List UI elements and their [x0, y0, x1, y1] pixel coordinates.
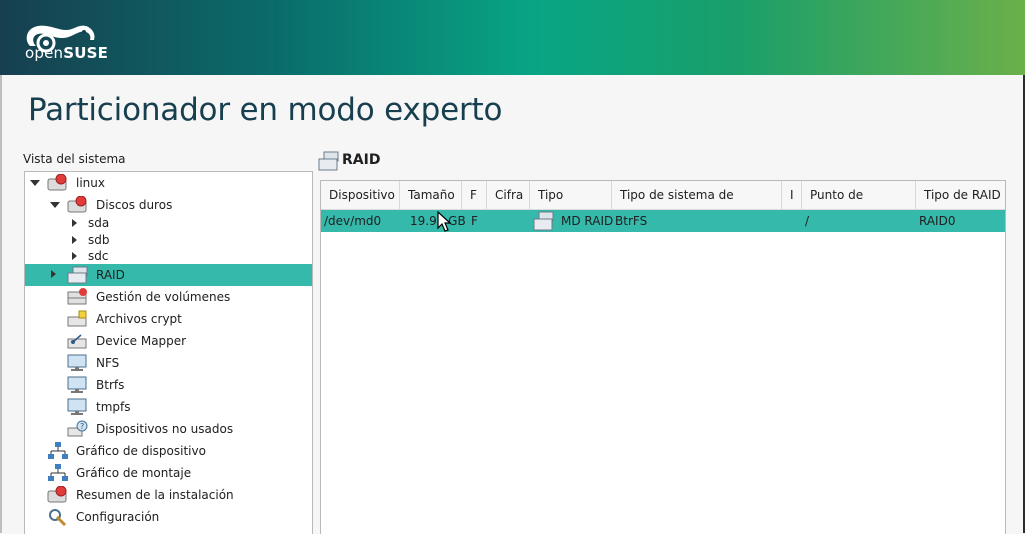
- expand-arrow-icon[interactable]: [51, 270, 56, 278]
- column-header-fs-type[interactable]: Tipo de sistema de archivos: [612, 181, 782, 230]
- tmpfs-icon: [67, 398, 87, 415]
- tree-item-label: Dispositivos no usados: [96, 422, 234, 436]
- tree-item-hard-disks[interactable]: Discos duros: [25, 194, 312, 216]
- column-header-device[interactable]: Dispositivo: [321, 181, 400, 209]
- device-mapper-icon: [67, 334, 87, 349]
- hard-disk-icon: [67, 196, 87, 213]
- tree-item-linux[interactable]: linux: [25, 172, 312, 194]
- logo-text: openSUSE: [25, 44, 109, 62]
- raid-table[interactable]: Dispositivo Tamaño F Cifra Tipo Tipo de …: [320, 180, 1006, 534]
- column-header-encrypt[interactable]: Cifra: [487, 181, 530, 209]
- tree-item-mount-graph[interactable]: Gráfico de montaje: [25, 462, 312, 484]
- tree-item-device-mapper[interactable]: Device Mapper: [25, 330, 312, 352]
- settings-wrench-icon: [49, 509, 67, 527]
- computer-icon: [47, 174, 67, 191]
- tree-item-raid[interactable]: RAID: [25, 264, 312, 286]
- tree-item-installation-summary[interactable]: Resumen de la instalación: [25, 484, 312, 506]
- md-raid-icon: [533, 211, 554, 231]
- cell-mount-point: /: [805, 214, 810, 228]
- tree-item-volume-management[interactable]: Gestión de volúmenes: [25, 286, 312, 308]
- crypt-file-icon: [67, 310, 87, 327]
- tree-item-label: Archivos crypt: [96, 312, 182, 326]
- table-row[interactable]: /dev/md0 19.99 GB F MD RAID BtrFS / RAID…: [321, 210, 1005, 232]
- expand-arrow-icon[interactable]: [72, 236, 77, 244]
- expand-arrow-icon[interactable]: [72, 219, 77, 227]
- tree-item-nfs[interactable]: NFS: [25, 352, 312, 374]
- summary-icon: [47, 486, 67, 503]
- svg-text:?: ?: [80, 422, 84, 431]
- system-view-tree[interactable]: linux Discos duros sda sdb sdc RAID Gest…: [24, 171, 313, 534]
- column-header-format[interactable]: F: [462, 181, 487, 209]
- volume-group-icon: [67, 288, 87, 305]
- column-header-mount-point[interactable]: Punto de montaje: [802, 181, 916, 230]
- tree-item-sda[interactable]: sda: [25, 215, 312, 231]
- tree-item-label: Device Mapper: [96, 334, 187, 348]
- tree-item-sdb[interactable]: sdb: [25, 232, 312, 248]
- tree-item-label: Gráfico de dispositivo: [76, 444, 206, 458]
- panel-title: RAID: [342, 152, 381, 168]
- tree-item-label: Btrfs: [96, 378, 125, 392]
- cell-fs-type: BtrFS: [615, 214, 648, 228]
- tree-item-crypt-files[interactable]: Archivos crypt: [25, 308, 312, 330]
- page-title: Particionador en modo experto: [28, 92, 503, 128]
- network-drive-icon: [67, 354, 87, 371]
- tree-item-label: sdb: [88, 233, 110, 247]
- tree-item-label: sdc: [88, 249, 109, 263]
- tree-item-device-graph[interactable]: Gráfico de dispositivo: [25, 440, 312, 462]
- tree-item-label: Gestión de volúmenes: [96, 290, 231, 304]
- expand-arrow-icon[interactable]: [50, 202, 60, 208]
- tree-item-sdc[interactable]: sdc: [25, 248, 312, 264]
- mount-graph-icon: [48, 464, 68, 481]
- tree-item-label: NFS: [96, 356, 120, 370]
- column-header-type[interactable]: Tipo: [530, 181, 612, 209]
- cell-type: MD RAID: [561, 214, 614, 228]
- tree-item-tmpfs[interactable]: tmpfs: [25, 396, 312, 418]
- tree-item-label: linux: [76, 176, 105, 190]
- tree-item-label: Discos duros: [96, 198, 173, 212]
- tree-item-btrfs[interactable]: Btrfs: [25, 374, 312, 396]
- tree-item-label: sda: [88, 216, 110, 230]
- tree-label: Vista del sistema: [23, 152, 126, 166]
- header-banner: openSUSE: [0, 0, 1025, 75]
- tree-item-label: tmpfs: [96, 400, 131, 414]
- cell-format: F: [471, 214, 478, 228]
- raid-panel-icon: [318, 151, 339, 171]
- tree-item-label: Gráfico de montaje: [76, 466, 192, 480]
- table-header: Dispositivo Tamaño F Cifra Tipo Tipo de …: [321, 181, 1005, 230]
- cell-raid-type: RAID0: [919, 214, 956, 228]
- tree-item-unused-devices[interactable]: ? Dispositivos no usados: [25, 418, 312, 440]
- expand-arrow-icon[interactable]: [30, 180, 40, 186]
- column-header-size[interactable]: Tamaño: [400, 181, 462, 209]
- expand-arrow-icon[interactable]: [72, 252, 77, 260]
- tree-item-label: Configuración: [76, 510, 160, 524]
- btrfs-icon: [67, 376, 87, 393]
- raid-icon: [67, 266, 88, 284]
- cell-device: /dev/md0: [324, 214, 382, 228]
- column-header-i[interactable]: I: [782, 181, 802, 209]
- device-graph-icon: [48, 442, 68, 459]
- column-header-raid-type[interactable]: Tipo de RAID: [916, 181, 1005, 209]
- tree-item-label: Resumen de la instalación: [76, 488, 234, 502]
- tree-item-label: RAID: [96, 268, 125, 282]
- window-left-edge: [0, 75, 2, 533]
- mouse-cursor-icon: [437, 211, 451, 232]
- tree-item-settings[interactable]: Configuración: [25, 506, 312, 528]
- unused-device-icon: ?: [67, 420, 88, 437]
